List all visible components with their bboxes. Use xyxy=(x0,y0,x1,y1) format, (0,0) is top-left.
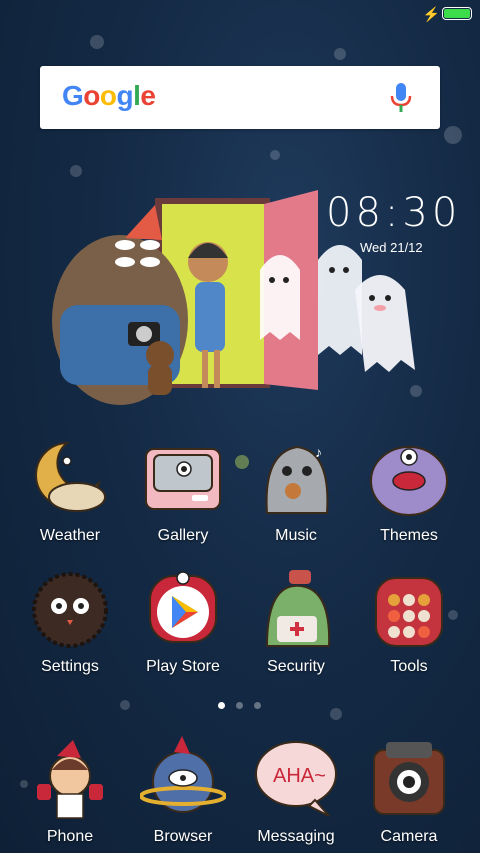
camera-icon xyxy=(366,736,452,822)
security-monster-icon xyxy=(253,566,339,652)
page-indicator xyxy=(214,700,274,712)
themes-monster-icon xyxy=(366,435,452,521)
google-search-bar[interactable]: Google xyxy=(40,66,440,129)
music-ghost-icon: ♪ xyxy=(253,435,339,521)
charging-bolt-icon: ⚡ xyxy=(422,6,440,22)
app-label: Camera xyxy=(380,828,438,845)
app-label: Gallery xyxy=(157,527,209,544)
svg-text:♪: ♪ xyxy=(315,444,322,460)
page-dot-3[interactable] xyxy=(254,702,261,709)
tools-folder-icon xyxy=(366,566,452,652)
app-label: Play Store xyxy=(146,658,220,675)
app-label: Weather xyxy=(39,527,101,544)
browser-planet-icon xyxy=(139,736,227,822)
gallery-tv-icon xyxy=(140,435,226,521)
battery-icon xyxy=(442,7,472,20)
app-label: Browser xyxy=(153,828,213,845)
play-store-icon xyxy=(140,566,226,652)
dock-camera[interactable]: Camera xyxy=(354,736,464,846)
google-logo: Google xyxy=(62,80,156,111)
wallpaper-illustration xyxy=(52,190,415,405)
dock-messaging[interactable]: AHA~ Messaging xyxy=(241,736,351,846)
page-dot-1[interactable] xyxy=(218,702,225,709)
app-label: Messaging xyxy=(257,828,335,845)
app-themes[interactable]: Themes xyxy=(354,435,464,545)
page-dot-2[interactable] xyxy=(236,702,243,709)
app-settings[interactable]: Settings xyxy=(15,566,125,676)
app-gallery[interactable]: Gallery xyxy=(128,435,238,545)
dock-browser[interactable]: Browser xyxy=(128,736,238,846)
mic-icon[interactable] xyxy=(386,82,416,114)
app-label: Security xyxy=(267,658,325,675)
status-bar: ⚡ xyxy=(0,0,480,28)
phone-kid-icon xyxy=(27,736,113,822)
svg-text:AHA~: AHA~ xyxy=(273,765,326,787)
app-play-store[interactable]: Play Store xyxy=(128,566,238,676)
moon-weather-icon xyxy=(27,435,113,521)
app-weather[interactable]: Weather xyxy=(15,435,125,545)
app-label: Settings xyxy=(41,658,99,675)
dock-phone[interactable]: Phone xyxy=(15,736,125,846)
app-label: Phone xyxy=(46,828,94,845)
app-label: Music xyxy=(275,527,317,544)
app-label: Tools xyxy=(390,658,428,675)
messaging-bubble-icon: AHA~ xyxy=(253,736,339,822)
app-label: Themes xyxy=(380,527,438,544)
app-security[interactable]: Security xyxy=(241,566,351,676)
app-music[interactable]: ♪ Music xyxy=(241,435,351,545)
app-tools-folder[interactable]: Tools xyxy=(354,566,464,676)
settings-furball-icon xyxy=(27,566,113,652)
